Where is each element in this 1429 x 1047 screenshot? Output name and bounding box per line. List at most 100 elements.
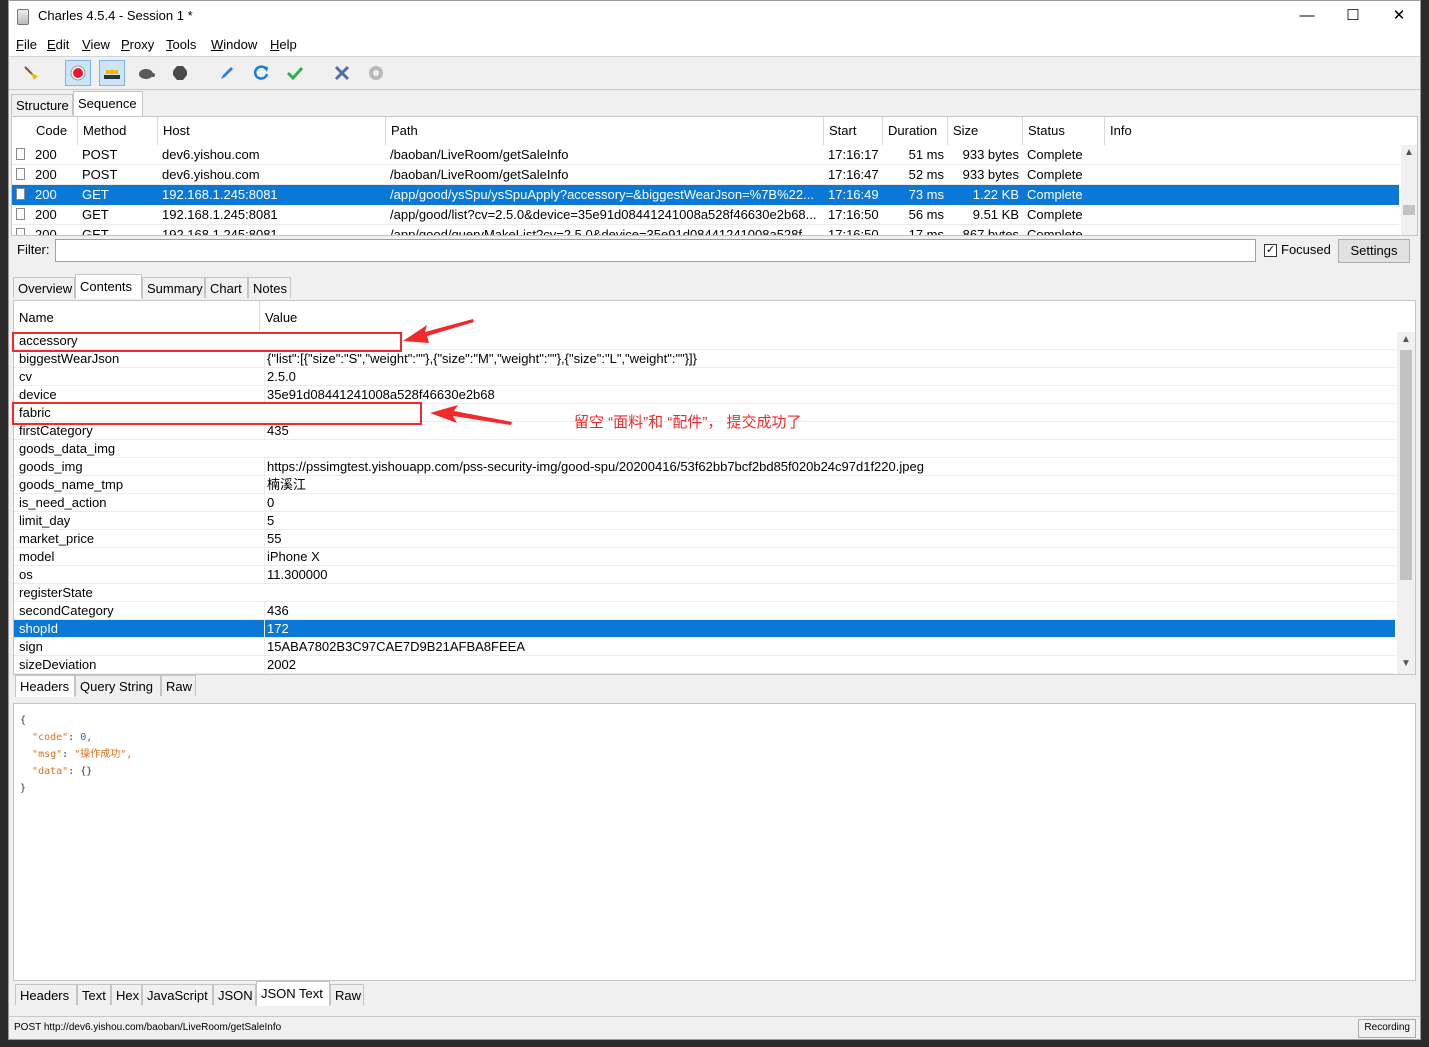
refresh-icon[interactable] bbox=[248, 60, 274, 86]
gear-icon[interactable] bbox=[363, 60, 389, 86]
query-row[interactable]: goods_name_tmp 楠溪江 bbox=[14, 476, 1395, 494]
recording-indicator[interactable]: Recording bbox=[1358, 1019, 1416, 1038]
tab-structure[interactable]: Structure bbox=[11, 94, 73, 115]
tab-notes[interactable]: Notes bbox=[248, 277, 291, 298]
tab-query-string[interactable]: Query String bbox=[75, 675, 161, 696]
record-icon[interactable] bbox=[65, 60, 91, 86]
column-code[interactable]: Code bbox=[31, 117, 78, 145]
filter-input[interactable] bbox=[55, 239, 1256, 262]
query-row[interactable]: os 11.300000 bbox=[14, 566, 1395, 584]
charles-window: Charles 4.5.4 - Session 1 * — ☐ ✕ File E… bbox=[8, 0, 1421, 1040]
cell-method: POST bbox=[82, 147, 118, 162]
query-row[interactable]: goods_img https://pssimgtest.yishouapp.co… bbox=[14, 458, 1395, 476]
status-bar: POST http://dev6.yishou.com/baoban/LiveR… bbox=[9, 1016, 1420, 1039]
cell-info bbox=[1105, 225, 1399, 235]
scroll-up-arrow-icon[interactable]: ▲ bbox=[1404, 147, 1414, 158]
tab-response-json-text[interactable]: JSON Text bbox=[256, 981, 330, 1006]
query-scrollbar[interactable]: ▲ ▼ bbox=[1397, 332, 1415, 674]
tab-response-hex[interactable]: Hex bbox=[111, 984, 142, 1005]
tab-request-headers[interactable]: Headers bbox=[15, 675, 75, 697]
column-host[interactable]: Host bbox=[158, 117, 386, 145]
menu-proxy[interactable]: Proxy bbox=[121, 37, 154, 52]
tools-icon[interactable] bbox=[329, 60, 355, 86]
tab-response-text[interactable]: Text bbox=[77, 984, 111, 1005]
cell-method: GET bbox=[82, 187, 109, 202]
query-row[interactable]: limit_day 5 bbox=[14, 512, 1395, 530]
column-name[interactable]: Name bbox=[14, 301, 260, 331]
cell-code: 200 bbox=[35, 167, 57, 182]
json-value-msg: "操作成功", bbox=[74, 749, 133, 760]
query-row[interactable]: cv 2.5.0 bbox=[14, 368, 1395, 386]
broom-icon[interactable] bbox=[18, 60, 44, 86]
column-size[interactable]: Size bbox=[948, 117, 1023, 145]
sequence-row[interactable]: 200 GET 192.168.1.245:8081/app/good/list?c… bbox=[12, 205, 1399, 225]
tab-response-json[interactable]: JSON bbox=[213, 984, 256, 1005]
scroll-down-arrow-icon[interactable]: ▼ bbox=[1401, 658, 1411, 669]
param-value: iPhone X bbox=[264, 548, 1397, 566]
minimize-button[interactable]: — bbox=[1284, 1, 1330, 32]
menu-file[interactable]: File bbox=[16, 37, 37, 52]
settings-button[interactable]: Settings bbox=[1338, 239, 1410, 263]
menu-tools[interactable]: Tools bbox=[166, 37, 196, 52]
column-info[interactable]: Info bbox=[1105, 117, 1399, 145]
tab-chart[interactable]: Chart bbox=[205, 277, 248, 298]
focused-checkbox[interactable]: ✓ bbox=[1264, 244, 1277, 257]
throttle-icon[interactable] bbox=[99, 60, 125, 86]
menu-view[interactable]: View bbox=[82, 37, 110, 52]
query-row[interactable]: model iPhone X bbox=[14, 548, 1395, 566]
param-value: 436 bbox=[264, 602, 1397, 620]
annotation-box-accessory bbox=[12, 332, 402, 352]
tab-response-javascript[interactable]: JavaScript bbox=[142, 984, 213, 1005]
turtle-icon[interactable] bbox=[133, 60, 159, 86]
query-row[interactable]: secondCategory 436 bbox=[14, 602, 1395, 620]
document-icon bbox=[16, 188, 25, 200]
close-button[interactable]: ✕ bbox=[1376, 1, 1420, 32]
query-row[interactable]: is_need_action 0 bbox=[14, 494, 1395, 512]
cell-code: 200 bbox=[35, 147, 57, 162]
param-value: 11.300000 bbox=[264, 566, 1397, 584]
tab-response-headers[interactable]: Headers bbox=[15, 984, 77, 1005]
tab-request-raw[interactable]: Raw bbox=[161, 675, 196, 696]
sequence-scrollbar[interactable]: ▲ bbox=[1401, 145, 1417, 235]
param-value: https://pssimgtest.yishouapp.com/pss-sec… bbox=[264, 458, 1397, 476]
column-path[interactable]: Path bbox=[386, 117, 824, 145]
cell-size: 867 bytes bbox=[962, 227, 1019, 236]
param-value: 15ABA7802B3C97CAE7D9B21AFBA8FEEA bbox=[264, 638, 1397, 656]
check-icon[interactable] bbox=[282, 60, 308, 86]
menu-edit[interactable]: Edit bbox=[47, 37, 69, 52]
menu-window[interactable]: Window bbox=[211, 37, 257, 52]
menu-help[interactable]: Help bbox=[270, 37, 297, 52]
tab-sequence[interactable]: Sequence bbox=[73, 91, 143, 116]
query-row[interactable]: shopId 172 bbox=[14, 620, 1395, 638]
annotation-arrow-icon bbox=[430, 405, 512, 425]
column-duration[interactable]: Duration bbox=[883, 117, 948, 145]
sequence-row[interactable]: 200 POST dev6.yishou.com/baoban/LiveRoom/g… bbox=[12, 165, 1399, 185]
maximize-button[interactable]: ☐ bbox=[1330, 1, 1376, 32]
param-name: sign bbox=[19, 639, 43, 654]
scroll-up-arrow-icon[interactable]: ▲ bbox=[1401, 334, 1411, 345]
scrollbar-thumb[interactable] bbox=[1400, 350, 1412, 580]
scrollbar-thumb[interactable] bbox=[1403, 205, 1415, 215]
sequence-row[interactable]: 200 POST dev6.yishou.com/baoban/LiveRoom/g… bbox=[12, 145, 1399, 165]
cell-info bbox=[1105, 205, 1399, 225]
query-row[interactable]: registerState bbox=[14, 584, 1395, 602]
pen-icon[interactable] bbox=[214, 60, 240, 86]
sequence-row[interactable]: 200 GET 192.168.1.245:8081/app/good/ysSpu/… bbox=[12, 185, 1399, 205]
column-method[interactable]: Method bbox=[78, 117, 158, 145]
column-status[interactable]: Status bbox=[1023, 117, 1105, 145]
column-start[interactable]: Start bbox=[824, 117, 883, 145]
tab-response-raw[interactable]: Raw bbox=[330, 984, 364, 1005]
sequence-row[interactable]: 200 GET 192.168.1.245:8081/app/good/queryM… bbox=[12, 225, 1399, 236]
hexagon-stop-icon[interactable] bbox=[167, 60, 193, 86]
query-row[interactable]: sign 15ABA7802B3C97CAE7D9B21AFBA8FEEA bbox=[14, 638, 1395, 656]
cell-method: GET bbox=[82, 227, 109, 236]
query-row[interactable]: biggestWearJson {"list":[{"size":"S","wei… bbox=[14, 350, 1395, 368]
tab-overview[interactable]: Overview bbox=[13, 277, 75, 298]
json-key-msg: "msg" bbox=[32, 749, 63, 760]
query-row[interactable]: goods_data_img bbox=[14, 440, 1395, 458]
document-icon bbox=[16, 148, 25, 160]
tab-summary[interactable]: Summary bbox=[142, 277, 205, 298]
query-row[interactable]: market_price 55 bbox=[14, 530, 1395, 548]
tab-contents[interactable]: Contents bbox=[75, 274, 142, 299]
query-row[interactable]: sizeDeviation 2002 bbox=[14, 656, 1395, 674]
